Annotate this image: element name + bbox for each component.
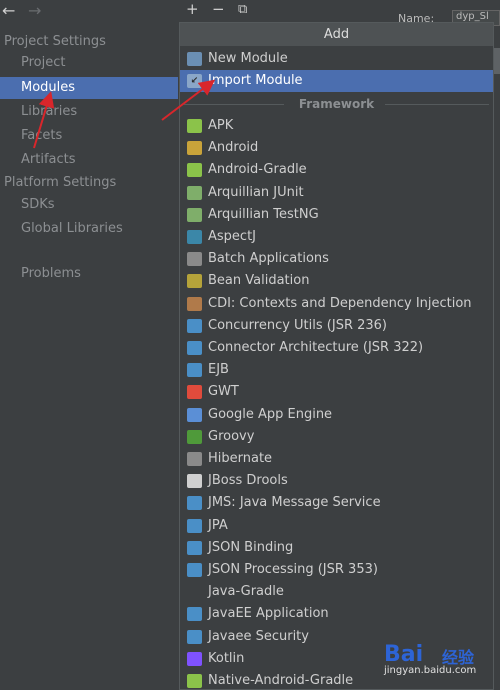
watermark-url: jingyan.baidu.com [384, 665, 477, 676]
baidu-watermark: Bai 经验 jingyan.baidu.com [384, 632, 500, 682]
arrow-to-modules [33, 91, 55, 149]
watermark-brand: Bai [384, 642, 424, 667]
annotation-arrows [33, 79, 216, 149]
arrow-to-import-module [161, 79, 216, 121]
